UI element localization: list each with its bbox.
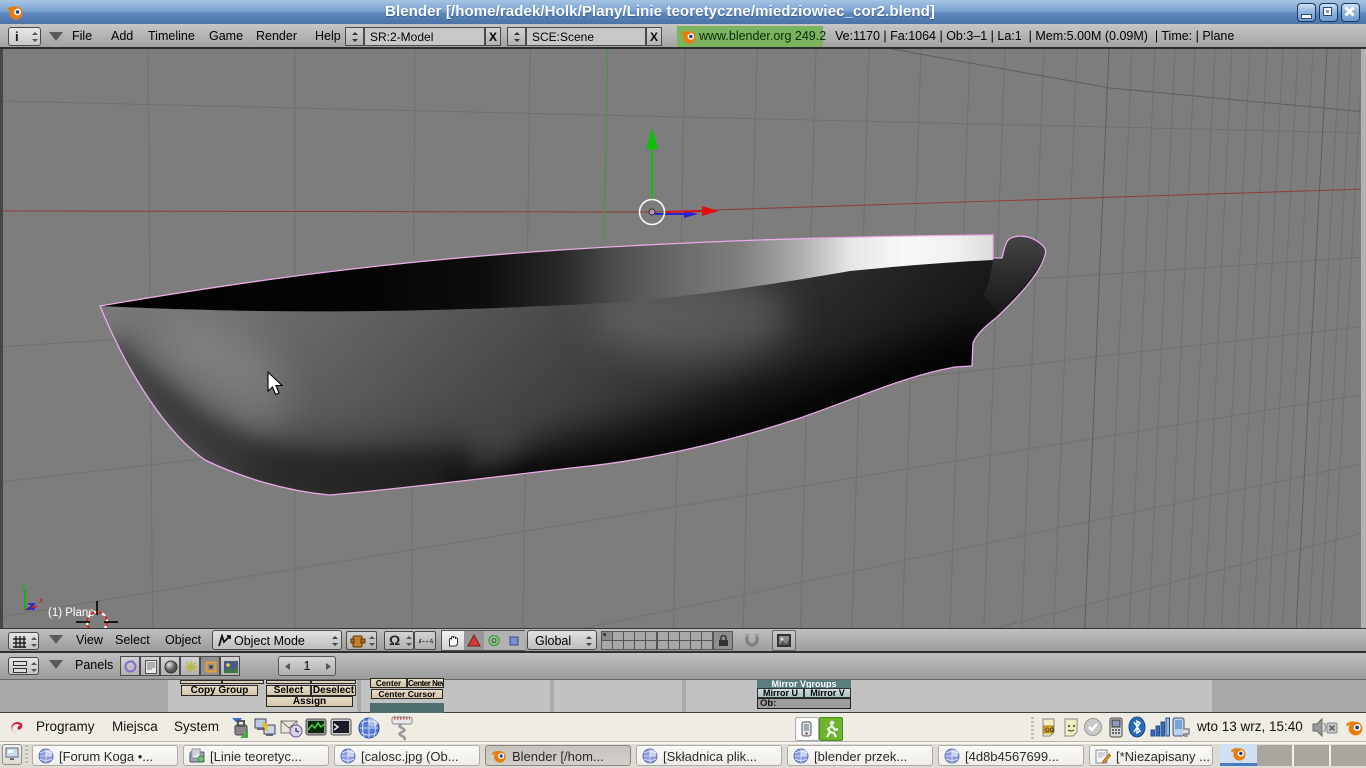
svg-text:y: y	[21, 580, 26, 590]
svg-text:x: x	[39, 595, 44, 605]
svg-text:GG: GG	[1045, 728, 1055, 734]
